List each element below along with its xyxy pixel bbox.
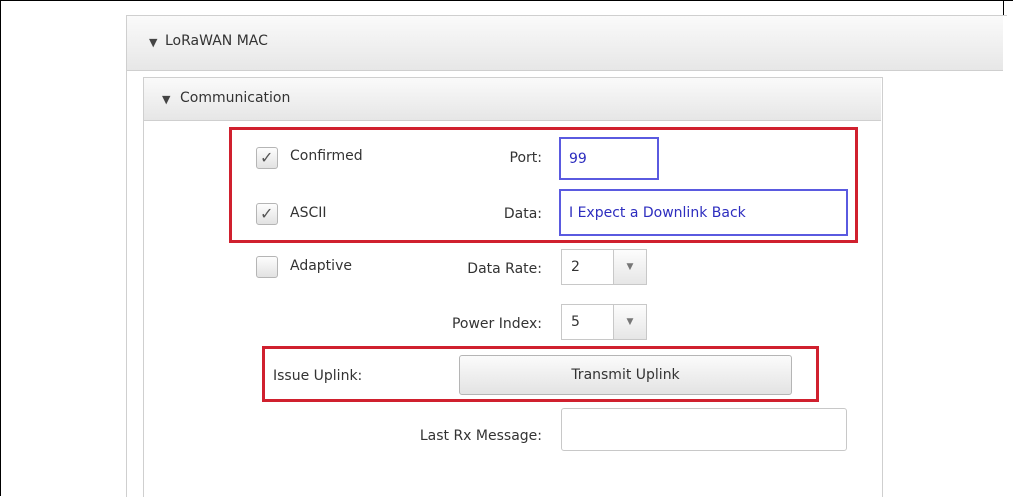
annotation-highlight-box bbox=[229, 127, 858, 243]
data-rate-select[interactable]: 2 ▼ bbox=[561, 249, 647, 285]
triangle-down-icon: ▼ bbox=[149, 36, 158, 49]
frame-border-left bbox=[0, 0, 1, 496]
last-rx-label: Last Rx Message: bbox=[419, 428, 542, 444]
power-index-label: Power Index: bbox=[451, 316, 542, 332]
adaptive-checkbox[interactable] bbox=[256, 256, 278, 278]
communication-header[interactable]: ▼ Communication bbox=[144, 78, 881, 121]
lorawan-mac-title: LoRaWAN MAC bbox=[165, 33, 268, 49]
communication-title: Communication bbox=[180, 90, 291, 106]
last-rx-input[interactable] bbox=[561, 408, 847, 451]
triangle-down-icon: ▼ bbox=[162, 93, 171, 106]
power-index-value: 5 bbox=[571, 314, 580, 330]
chevron-down-icon[interactable]: ▼ bbox=[613, 305, 646, 339]
annotation-highlight-box bbox=[262, 346, 819, 402]
data-rate-value: 2 bbox=[571, 259, 580, 275]
power-index-select[interactable]: 5 ▼ bbox=[561, 304, 647, 340]
lorawan-mac-header[interactable]: ▼ LoRaWAN MAC bbox=[127, 16, 1003, 71]
frame-border-top bbox=[0, 0, 1013, 1]
chevron-down-icon[interactable]: ▼ bbox=[613, 250, 646, 284]
data-rate-label: Data Rate: bbox=[467, 261, 542, 277]
adaptive-label: Adaptive bbox=[290, 258, 352, 274]
